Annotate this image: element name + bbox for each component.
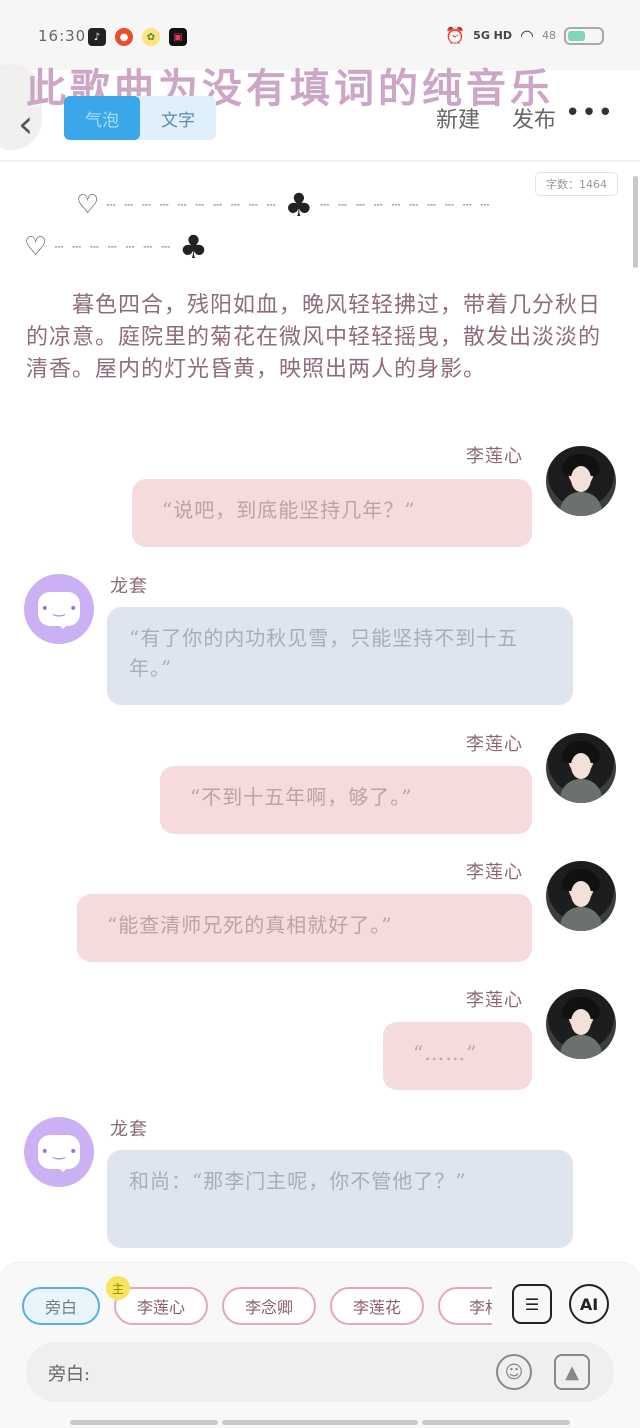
input-role-prefix: 旁白:	[48, 1364, 91, 1385]
role-chip-narrator[interactable]: 旁白	[22, 1287, 100, 1325]
avatar[interactable]	[546, 989, 616, 1059]
role-chip-list[interactable]: 旁白 李莲心 李念卿 李莲花 李相	[22, 1287, 492, 1327]
word-count-badge: 字数：1464	[535, 172, 618, 196]
message-input[interactable]: 旁白: ☺ ▲	[26, 1342, 614, 1402]
message-sender: 龙套	[110, 1119, 148, 1140]
mode-tabs: 气泡 文字	[64, 96, 216, 140]
status-system-icons: ⏰ 5G HD ◠ 48	[445, 26, 604, 45]
network-label: 5G HD	[473, 29, 513, 42]
home-indicator	[422, 1420, 570, 1425]
dotted-divider: ┄ ┄ ┄ ┄ ┄ ┄ ┄	[54, 238, 173, 256]
main-role-badge: 主	[106, 1276, 130, 1300]
role-chip[interactable]: 李相	[438, 1287, 492, 1325]
role-chip[interactable]: 李莲花	[330, 1287, 424, 1325]
narration-paragraph[interactable]: 暮色四合，残阳如血，晚风轻轻拂过，带着几分秋日的凉意。庭院里的菊花在微风中轻轻摇…	[26, 290, 618, 386]
separator-line-2: ♡ ┄ ┄ ┄ ┄ ┄ ┄ ┄ ♣	[24, 228, 208, 266]
message-sender: 李莲心	[466, 990, 523, 1011]
message-bubble[interactable]: “说吧，到底能坚持几年？”	[132, 479, 532, 547]
battery-icon	[564, 26, 604, 45]
status-app-icons: ♪ ● ✿ ▣	[88, 28, 187, 46]
weibo-icon: ●	[115, 28, 133, 46]
message-sender: 李莲心	[466, 734, 523, 755]
separator-line-1: ♡ ┄ ┄ ┄ ┄ ┄ ┄ ┄ ┄ ┄ ┄ ♣ ┄ ┄ ┄ ┄ ┄ ┄ ┄ ┄ …	[76, 186, 491, 224]
tab-text[interactable]: 文字	[140, 96, 216, 140]
message-sender: 龙套	[110, 576, 148, 597]
heart-icon: ♡	[76, 190, 100, 220]
lotus-app-icon: ✿	[142, 28, 160, 46]
club-icon: ♣	[284, 186, 314, 224]
tab-bubble[interactable]: 气泡	[64, 96, 140, 140]
smiley-icon[interactable]: ☺	[496, 1354, 532, 1390]
dotted-divider: ┄ ┄ ┄ ┄ ┄ ┄ ┄ ┄ ┄ ┄	[320, 196, 492, 214]
message-bubble[interactable]: “……”	[383, 1022, 532, 1090]
message-sender: 李莲心	[466, 862, 523, 883]
home-indicator	[70, 1420, 218, 1425]
camera-app-icon: ▣	[169, 28, 187, 46]
chat-face-icon: • ‿ •	[38, 592, 80, 629]
role-chip[interactable]: 李念卿	[222, 1287, 316, 1325]
image-icon[interactable]: ▲	[554, 1354, 590, 1390]
avatar[interactable]	[546, 733, 616, 803]
avatar[interactable]: • ‿ •	[24, 1117, 94, 1187]
message-bubble[interactable]: “不到十五年啊，够了。”	[160, 766, 532, 834]
message-sender: 李莲心	[466, 446, 523, 467]
chat-face-icon: • ‿ •	[38, 1135, 80, 1172]
message-bubble[interactable]: “能查清师兄死的真相就好了。”	[77, 894, 532, 962]
tiktok-icon: ♪	[88, 28, 106, 46]
home-indicator	[222, 1420, 418, 1425]
message-bubble[interactable]: 和尚：“那李门主呢，你不管他了？”	[107, 1150, 573, 1248]
more-options-icon[interactable]: •••	[565, 98, 614, 128]
role-card-icon[interactable]: ☰	[512, 1284, 552, 1324]
status-time: 16:30	[38, 27, 87, 45]
wifi-icon: ◠	[520, 26, 534, 45]
alarm-icon: ⏰	[445, 26, 466, 45]
heart-icon: ♡	[24, 232, 48, 262]
scrollbar[interactable]	[633, 176, 638, 268]
club-icon: ♣	[179, 228, 208, 266]
avatar[interactable]	[546, 446, 616, 516]
top-navbar: ‹ 气泡 文字 新建 发布 •••	[0, 88, 640, 158]
back-chevron-icon[interactable]: ‹	[18, 102, 33, 146]
dotted-divider: ┄ ┄ ┄ ┄ ┄ ┄ ┄ ┄ ┄ ┄	[106, 196, 278, 214]
publish-button[interactable]: 发布	[512, 102, 556, 134]
avatar[interactable]: • ‿ •	[24, 574, 94, 644]
message-bubble[interactable]: “有了你的内功秋见雪，只能坚持不到十五年。”	[107, 607, 573, 705]
new-button[interactable]: 新建	[436, 102, 480, 134]
avatar[interactable]	[546, 861, 616, 931]
battery-percent: 48	[542, 29, 556, 42]
header-divider	[0, 160, 640, 162]
ai-button[interactable]: AI	[569, 1284, 609, 1324]
